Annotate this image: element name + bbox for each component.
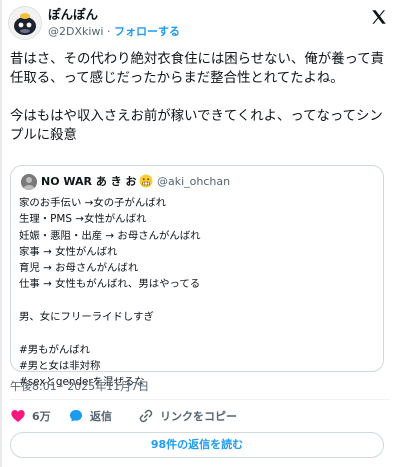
quoted-handle: @aki_ohchan bbox=[157, 175, 231, 188]
author-handle[interactable]: @2DXkiwi bbox=[48, 25, 103, 38]
reply-button[interactable]: 返信 bbox=[68, 407, 112, 425]
author-display-name[interactable]: ぽんぽん bbox=[48, 7, 98, 23]
copy-link-button[interactable]: リンクをコピー bbox=[138, 407, 237, 425]
left-border bbox=[0, 0, 2, 467]
author-meta: @2DXkiwi · フォローする bbox=[48, 25, 180, 39]
quoted-display-name: NO WAR あ き お bbox=[41, 175, 137, 188]
quoted-avatar bbox=[21, 174, 37, 190]
tweet-timestamp[interactable]: 午後8:01 · 2025年11月7日 bbox=[10, 380, 149, 394]
divider bbox=[10, 399, 390, 400]
tweet-header: ぽんぽん @2DXkiwi · フォローする bbox=[0, 0, 400, 44]
tweet-embed: ぽんぽん @2DXkiwi · フォローする 昔はさ、その代わり絶対衣食住には困… bbox=[0, 0, 400, 467]
speech-bubble-icon bbox=[70, 410, 82, 422]
quoted-tweet[interactable]: NO WAR あ き お @aki_ohchan 家のお手伝い →女の子がんばれ… bbox=[10, 165, 384, 388]
link-icon bbox=[139, 409, 153, 423]
copy-link-label: リンクをコピー bbox=[160, 410, 237, 423]
like-count: 6万 bbox=[32, 410, 51, 423]
grimace-emoji-icon bbox=[139, 174, 153, 188]
x-logo-icon[interactable] bbox=[370, 8, 388, 26]
follow-button[interactable]: フォローする bbox=[114, 25, 180, 38]
separator-dot: · bbox=[106, 25, 111, 38]
quoted-text: 家のお手伝い →女の子がんばれ 生理・PMS →女性がんばれ 妊娠・悪阻・出産 … bbox=[19, 197, 201, 389]
tweet-text: 昔はさ、その代わり絶対衣食住には困らせない、俺が養って責任取る、って感じだったか… bbox=[10, 52, 384, 143]
like-button[interactable]: 6万 bbox=[10, 407, 51, 425]
avatar[interactable] bbox=[8, 6, 42, 40]
action-bar: 6万 返信 リンクをコピー bbox=[10, 407, 390, 425]
reply-label: 返信 bbox=[90, 410, 112, 423]
heart-icon bbox=[11, 410, 25, 422]
read-replies-button[interactable]: 98件の返信を読む bbox=[10, 432, 384, 458]
